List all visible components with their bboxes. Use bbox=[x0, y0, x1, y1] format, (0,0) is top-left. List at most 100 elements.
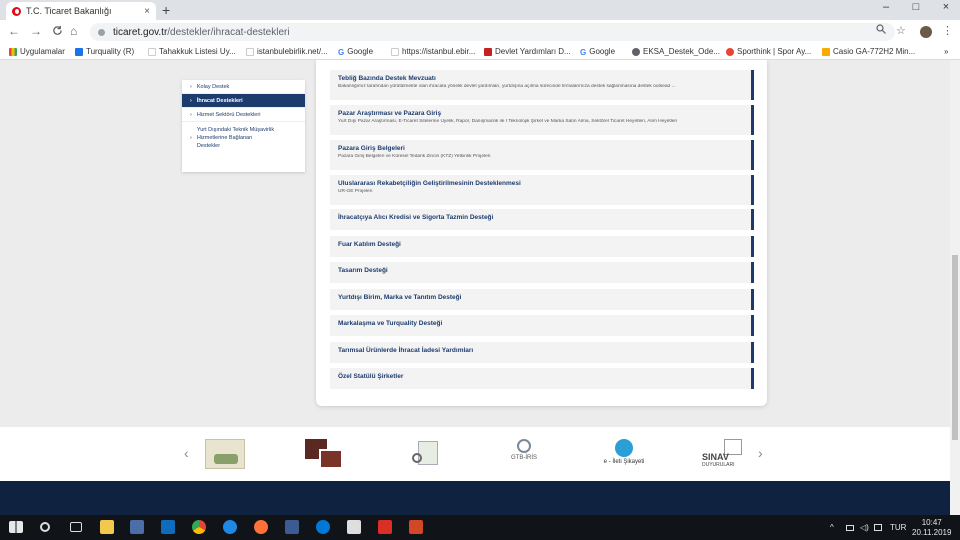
support-entry-title: Pazar Araştırması ve Pazara Giriş bbox=[338, 110, 442, 117]
tray-expand-icon[interactable]: ^ bbox=[830, 523, 834, 532]
car-poster-logo[interactable] bbox=[205, 439, 245, 469]
profile-avatar[interactable] bbox=[920, 26, 932, 38]
bookmark-turquality[interactable]: Turquality (R) bbox=[75, 47, 134, 56]
bookmark-istanbul-ebir[interactable]: https://istanbul.ebir... bbox=[391, 47, 475, 56]
side-menu-label: İhracat Destekleri bbox=[196, 97, 243, 104]
support-entry[interactable]: Uluslararası Rekabetçiliğin Geliştirilme… bbox=[330, 175, 754, 205]
reload-icon[interactable] bbox=[52, 25, 63, 39]
maximize-button[interactable]: □ bbox=[902, 1, 930, 13]
browser-tabbar: T.C. Ticaret Bakanlığı × + – □ × bbox=[0, 0, 960, 20]
support-entry-title: Markalaşma ve Turquality Desteği bbox=[338, 320, 443, 327]
bookmark-label: Google bbox=[347, 47, 374, 56]
firefox-icon[interactable] bbox=[254, 520, 268, 534]
support-entry[interactable]: Markalaşma ve Turquality Desteği bbox=[330, 315, 754, 336]
side-menu-item-hizmet-sektoru[interactable]: › Hizmet Sektörü Destekleri bbox=[182, 108, 305, 122]
support-entry[interactable]: Yurtdışı Birim, Marka ve Tanıtım Desteği bbox=[330, 289, 754, 310]
acrobat-icon[interactable] bbox=[378, 520, 392, 534]
tab-close-icon[interactable]: × bbox=[144, 6, 150, 17]
bookmark-apps[interactable]: Uygulamalar bbox=[9, 47, 65, 56]
bookmark-istanbulebirlik[interactable]: istanbulebirlik.net/... bbox=[246, 47, 328, 56]
bookmark-label: Sporthink | Spor Ay... bbox=[737, 47, 812, 56]
support-entry[interactable]: Fuar Katılım Desteği bbox=[330, 236, 754, 257]
windows-start-icon[interactable] bbox=[9, 521, 23, 533]
google-icon: G bbox=[580, 47, 587, 57]
bookmark-google-2[interactable]: G Google bbox=[580, 47, 615, 57]
internet-explorer-icon[interactable] bbox=[223, 520, 237, 534]
input-language[interactable]: TUR bbox=[890, 523, 906, 532]
battery-icon[interactable] bbox=[874, 524, 882, 531]
store-icon[interactable] bbox=[347, 520, 361, 534]
bookmark-sporthink[interactable]: Sporthink | Spor Ay... bbox=[726, 47, 811, 56]
close-window-button[interactable]: × bbox=[932, 1, 960, 13]
bookmark-label: Turquality (R) bbox=[86, 47, 135, 56]
support-entry[interactable]: Pazar Araştırması ve Pazara Giriş Yurt D… bbox=[330, 105, 754, 135]
system-clock[interactable]: 10:47 20.11.2019 bbox=[912, 518, 951, 538]
support-list-card: Tebliğ Bazında Destek Mevzuatı Bakanlığı… bbox=[316, 60, 767, 406]
support-entry[interactable]: Tasarım Desteği bbox=[330, 262, 754, 283]
bookmarks-overflow-icon[interactable]: » bbox=[944, 47, 948, 56]
document-search-logo[interactable] bbox=[410, 439, 440, 469]
page-icon bbox=[391, 47, 399, 56]
page-scrollbar[interactable] bbox=[950, 60, 960, 515]
bookmark-label: EKSA_Destek_Ode... bbox=[643, 47, 720, 56]
address-bar[interactable]: ticaret.gov.tr/destekler/ihracat-destekl… bbox=[90, 23, 895, 41]
file-explorer-icon[interactable] bbox=[100, 520, 114, 534]
carousel-prev-icon[interactable]: ‹ bbox=[184, 445, 189, 461]
scrollbar-thumb[interactable] bbox=[952, 255, 958, 440]
star-icon[interactable]: ☆ bbox=[896, 24, 906, 37]
sinav-duyurulari-logo[interactable]: SINAV DUYURULARI bbox=[702, 439, 746, 471]
carousel-next-icon[interactable]: › bbox=[758, 445, 763, 461]
zoom-icon[interactable] bbox=[876, 24, 886, 37]
browser-tab[interactable]: T.C. Ticaret Bakanlığı × bbox=[6, 2, 156, 20]
info-icon[interactable] bbox=[98, 28, 105, 36]
windows-taskbar: ^ ◁) TUR 10:47 20.11.2019 bbox=[0, 515, 960, 540]
minimize-button[interactable]: – bbox=[872, 1, 900, 13]
apps-icon bbox=[9, 47, 17, 56]
bookmark-label: Uygulamalar bbox=[20, 47, 65, 56]
bookmark-tahakkuk[interactable]: Tahakkuk Listesi Uy... bbox=[148, 47, 236, 56]
side-menu-label: Kolay Destek bbox=[196, 83, 230, 90]
e-sikayet-label: e - İleti Şikayeti bbox=[603, 459, 645, 465]
logo-square bbox=[319, 449, 343, 469]
browser-toolbar: ← → ⌂ ticaret.gov.tr/destekler/ihracat-d… bbox=[0, 20, 960, 44]
outlook-icon[interactable] bbox=[161, 520, 175, 534]
sporthink-icon bbox=[726, 47, 734, 56]
support-entry-subtitle: Yurt Dışı Pazar Araştırması, E-Ticaret S… bbox=[338, 119, 678, 124]
search-icon[interactable] bbox=[40, 522, 50, 532]
side-menu-item-teknik-musavirlik[interactable]: › Yurt Dışındaki Teknik Müşavirlik Hizme… bbox=[182, 122, 305, 152]
support-entry[interactable]: Pazara Giriş Belgeleri Pazara Giriş Belg… bbox=[330, 140, 754, 170]
e-sikayet-logo[interactable]: e - İleti Şikayeti bbox=[598, 439, 650, 471]
chrome-icon[interactable] bbox=[192, 520, 206, 534]
support-entry[interactable]: Tebliğ Bazında Destek Mevzuatı Bakanlığı… bbox=[330, 70, 754, 100]
support-entry[interactable]: Özel Statülü Şirketler bbox=[330, 368, 754, 389]
bookmark-devlet-yardimlari[interactable]: Devlet Yardımları D... bbox=[484, 47, 571, 56]
bookmark-casio[interactable]: Casio GA-772H2 Min... bbox=[822, 47, 915, 56]
bookmark-google[interactable]: G Google bbox=[338, 47, 374, 57]
volume-icon[interactable]: ◁) bbox=[860, 523, 869, 532]
network-icon[interactable] bbox=[846, 525, 854, 531]
support-entry-subtitle: Bakanlığımız tarafından yürütülmekte ola… bbox=[338, 84, 676, 89]
bookmark-eksa[interactable]: EKSA_Destek_Ode... bbox=[632, 47, 720, 56]
side-menu-item-kolay-destek[interactable]: › Kolay Destek bbox=[182, 80, 305, 94]
task-view-icon[interactable] bbox=[70, 522, 82, 532]
remote-desktop-icon[interactable] bbox=[285, 520, 299, 534]
sinav-sub-label: DUYURULARI bbox=[702, 462, 735, 468]
new-tab-button[interactable]: + bbox=[162, 2, 170, 18]
support-entry[interactable]: Tarımsal Ürünlerde İhracat İadesi Yardım… bbox=[330, 342, 754, 363]
side-menu-item-ihracat-destekleri[interactable]: › İhracat Destekleri bbox=[182, 94, 305, 108]
site-footer bbox=[0, 481, 950, 515]
document-shape bbox=[418, 441, 438, 465]
menu-icon[interactable]: ⋮ bbox=[942, 24, 953, 37]
media-player-icon[interactable] bbox=[130, 520, 144, 534]
back-icon[interactable]: ← bbox=[8, 24, 20, 38]
url-path: /destekler/ihracat-destekleri bbox=[167, 26, 290, 38]
gtb-iris-logo[interactable]: GTB-İRİS bbox=[506, 439, 542, 471]
home-icon[interactable]: ⌂ bbox=[70, 24, 77, 38]
bookmarks-bar: Uygulamalar Turquality (R) Tahakkuk List… bbox=[0, 44, 960, 60]
support-entry-title: Özel Statülü Şirketler bbox=[338, 373, 404, 380]
edge-icon[interactable] bbox=[316, 520, 330, 534]
forward-icon[interactable]: → bbox=[30, 24, 42, 38]
squares-logo[interactable] bbox=[305, 439, 343, 469]
support-entry[interactable]: İhracatçıya Alıcı Kredisi ve Sigorta Taz… bbox=[330, 209, 754, 230]
powerpoint-icon[interactable] bbox=[409, 520, 423, 534]
